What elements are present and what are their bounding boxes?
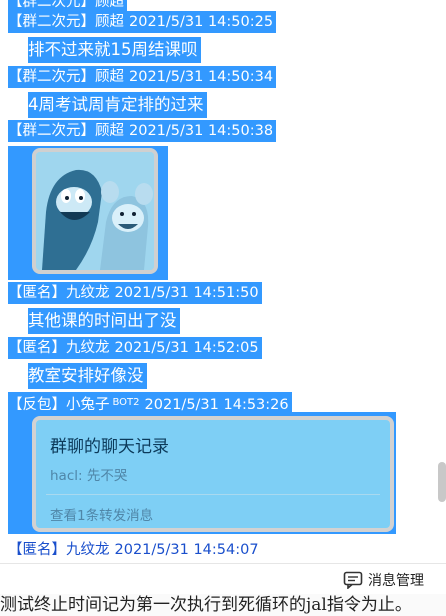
message-manager-label: 消息管理	[368, 573, 424, 589]
message-time: 2021/5/31 14:50:34	[129, 69, 274, 85]
message-time: 2021/5/31 14:50:25	[129, 14, 274, 30]
message-time: 2021/5/31 14:51:50	[114, 285, 259, 301]
view-forward-link[interactable]: 查看1条转发消息	[50, 504, 153, 524]
message-text: 教室安排好像没	[28, 363, 147, 389]
sender-name[interactable]: 【群二次元】顾超	[8, 0, 124, 10]
message-header: 【匿名】九纹龙 2021/5/31 14:51:50	[8, 282, 262, 304]
message-time: 2021/5/31 14:52:05	[114, 340, 259, 356]
forward-message: 群聊的聊天记录 hacl: 先不哭 查看1条转发消息	[8, 412, 396, 534]
scrollbar-thumb[interactable]	[438, 462, 446, 502]
message-time: 2021/5/31 14:54:07	[114, 542, 259, 558]
message-manager-button[interactable]: 消息管理	[343, 569, 424, 591]
sticker-image[interactable]	[32, 148, 158, 274]
message-header: 【匿名】九纹龙 2021/5/31 14:52:05	[8, 337, 262, 359]
message-time: 2021/5/31 14:50:38	[129, 123, 274, 139]
forward-card[interactable]: 群聊的聊天记录 hacl: 先不哭 查看1条转发消息	[32, 416, 394, 532]
message-time: 2021/5/31 14:53:26	[144, 397, 289, 413]
sender-name[interactable]: 【匿名】九纹龙	[8, 285, 110, 301]
document-text: 测试终止时间记为第一次执行到死循环的jal指令为止。	[0, 594, 446, 616]
forward-card-title: 群聊的聊天记录	[50, 437, 169, 457]
message-header: 【群二次元】顾超 2021/5/31 14:50:34	[8, 66, 277, 88]
message-text: 其他课的时间出了没	[28, 308, 180, 334]
message-text: 排不过来就15周结课呗	[28, 37, 201, 63]
message-header: 【匿名】九纹龙 2021/5/31 14:54:07	[8, 539, 262, 561]
message-header: 【反包】小兔子 BOT2 2021/5/31 14:53:26	[8, 392, 292, 414]
sender-name[interactable]: 【群二次元】顾超	[8, 123, 124, 139]
image-message	[8, 146, 168, 280]
sender-name[interactable]: 【匿名】九纹龙	[8, 340, 110, 356]
bot-badge: BOT2	[112, 397, 140, 408]
forward-card-preview: hacl: 先不哭	[50, 468, 128, 484]
cartoon-cat-mouse-image	[36, 152, 154, 270]
message-header: 【群二次元】顾超 2021/5/31 14:50:25	[8, 11, 277, 33]
message-header: 【群二次元】顾超 2021/5/31 14:50:38	[8, 120, 277, 142]
sender-name[interactable]: 【群二次元】顾超	[8, 69, 124, 85]
chat-history[interactable]: 【群二次元】顾超 【群二次元】顾超 2021/5/31 14:50:25 排不过来…	[0, 0, 446, 594]
sender-name[interactable]: 【群二次元】顾超	[8, 14, 124, 30]
chat-toolbar: 消息管理	[0, 563, 446, 594]
message-text: 4周考试周肯定排的过来	[28, 92, 207, 118]
sender-name[interactable]: 【反包】小兔子	[8, 397, 110, 413]
card-divider	[46, 494, 380, 495]
chat-bubble-icon	[343, 571, 363, 589]
sender-name[interactable]: 【匿名】九纹龙	[8, 542, 110, 558]
